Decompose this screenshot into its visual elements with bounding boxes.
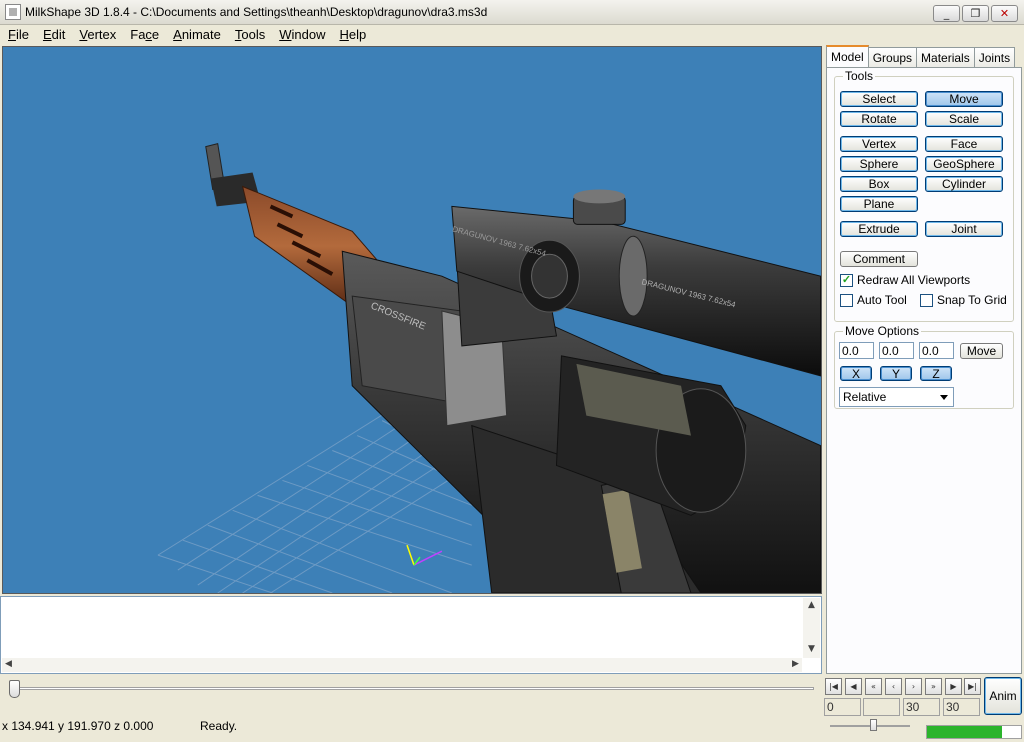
menu-tools[interactable]: Tools bbox=[227, 27, 271, 42]
move-options-group: Move Options 0.0 0.0 0.0 Move X Y Z Rela… bbox=[834, 324, 1014, 409]
menu-animate[interactable]: Animate bbox=[165, 27, 227, 42]
timeline-track bbox=[12, 687, 814, 690]
vertex-button[interactable]: Vertex bbox=[840, 136, 918, 152]
tab-joints[interactable]: Joints bbox=[973, 47, 1016, 67]
box-button[interactable]: Box bbox=[840, 176, 918, 192]
status-message: Ready. bbox=[200, 719, 238, 733]
menu-help[interactable]: Help bbox=[331, 27, 372, 42]
joint-button[interactable]: Joint bbox=[925, 221, 1003, 237]
geosphere-button[interactable]: GeoSphere bbox=[925, 156, 1003, 172]
window-title: MilkShape 3D 1.8.4 - C:\Documents and Se… bbox=[25, 5, 488, 19]
menu-file[interactable]: File bbox=[0, 27, 35, 42]
minimize-icon[interactable]: _ bbox=[933, 5, 960, 22]
app-icon bbox=[5, 4, 21, 20]
step-back-icon[interactable]: ‹ bbox=[885, 678, 902, 695]
menu-face[interactable]: Face bbox=[122, 27, 165, 42]
move-y-field[interactable]: 0.0 bbox=[879, 342, 914, 359]
vertical-scrollbar[interactable]: ▲ ▼ bbox=[803, 598, 820, 658]
timeline-slider-thumb[interactable] bbox=[9, 680, 20, 698]
rewind-icon[interactable]: « bbox=[865, 678, 882, 695]
tab-groups[interactable]: Groups bbox=[867, 47, 918, 67]
extrude-button[interactable]: Extrude bbox=[840, 221, 918, 237]
panel-tabs: Model Groups Materials Joints bbox=[826, 45, 1016, 67]
title-bar: MilkShape 3D 1.8.4 - C:\Documents and Se… bbox=[0, 0, 1024, 25]
fast-forward-icon[interactable]: » bbox=[925, 678, 942, 695]
speed-slider-thumb[interactable] bbox=[870, 719, 877, 731]
checkmark-icon: ✓ bbox=[840, 273, 853, 287]
auto-tool-checkbox[interactable]: Auto Tool bbox=[840, 293, 907, 307]
next-key-icon[interactable]: ▶ bbox=[945, 678, 962, 695]
tools-group: Tools Select Move Rotate Scale Vertex Fa… bbox=[834, 69, 1014, 322]
progress-fill bbox=[927, 726, 1003, 738]
snap-to-grid-checkbox[interactable]: Snap To Grid bbox=[920, 293, 1007, 307]
tools-group-label: Tools bbox=[843, 69, 876, 83]
scroll-down-icon[interactable]: ▼ bbox=[808, 644, 815, 654]
animation-controls: |◀ ◀ « ‹ › » ▶ ▶| 0 30 30 Anim bbox=[822, 677, 1024, 742]
y-axis-toggle[interactable]: Y bbox=[880, 366, 912, 381]
menu-bar: File Edit Vertex Face Animate Tools Wind… bbox=[0, 25, 1024, 44]
select-button[interactable]: Select bbox=[840, 91, 918, 107]
tab-model[interactable]: Model bbox=[826, 45, 869, 67]
first-frame-icon[interactable]: |◀ bbox=[825, 678, 842, 695]
window-controls: _ ❐ ✕ bbox=[933, 5, 1018, 22]
rifle-model-render: CROSSFIRE DRAGUNOV 1963 7.62x54 DRAGUNOV… bbox=[157, 143, 821, 593]
x-axis-toggle[interactable]: X bbox=[840, 366, 872, 381]
scale-button[interactable]: Scale bbox=[925, 111, 1003, 127]
animation-timeline[interactable] bbox=[0, 676, 820, 700]
scroll-right-icon[interactable]: ▶ bbox=[792, 659, 799, 669]
3d-viewport[interactable]: CROSSFIRE DRAGUNOV 1963 7.62x54 DRAGUNOV… bbox=[2, 46, 822, 594]
anim-current-field[interactable] bbox=[863, 698, 900, 716]
last-frame-icon[interactable]: ▶| bbox=[964, 678, 981, 695]
scroll-up-icon[interactable]: ▲ bbox=[808, 600, 815, 610]
anim-total-field[interactable]: 30 bbox=[943, 698, 980, 716]
restore-icon[interactable]: ❐ bbox=[962, 5, 989, 22]
horizontal-scrollbar[interactable]: ◀ ▶ bbox=[2, 658, 802, 672]
rotate-button[interactable]: Rotate bbox=[840, 111, 918, 127]
chevron-down-icon bbox=[940, 395, 948, 400]
anim-start-field[interactable]: 0 bbox=[824, 698, 861, 716]
move-options-label: Move Options bbox=[843, 324, 922, 338]
model-tab-body: Tools Select Move Rotate Scale Vertex Fa… bbox=[826, 67, 1022, 674]
anim-frames-field[interactable]: 30 bbox=[903, 698, 940, 716]
move-mode-select[interactable]: Relative bbox=[839, 387, 954, 407]
menu-window[interactable]: Window bbox=[271, 27, 331, 42]
menu-vertex[interactable]: Vertex bbox=[71, 27, 122, 42]
z-axis-toggle[interactable]: Z bbox=[920, 366, 952, 381]
progress-bar bbox=[926, 725, 1022, 739]
move-button[interactable]: Move bbox=[925, 91, 1003, 107]
close-icon[interactable]: ✕ bbox=[991, 5, 1018, 22]
move-z-field[interactable]: 0.0 bbox=[919, 342, 954, 359]
move-x-field[interactable]: 0.0 bbox=[839, 342, 874, 359]
axis-gizmo bbox=[406, 544, 443, 566]
message-log[interactable]: ▲ ▼ ◀ ▶ bbox=[0, 596, 822, 674]
face-button[interactable]: Face bbox=[925, 136, 1003, 152]
comment-button[interactable]: Comment bbox=[840, 251, 918, 267]
redraw-all-viewports-checkbox[interactable]: ✓ Redraw All Viewports bbox=[840, 273, 970, 287]
step-forward-icon[interactable]: › bbox=[905, 678, 922, 695]
right-panel: Model Groups Materials Joints Tools Sele… bbox=[826, 45, 1022, 674]
scroll-left-icon[interactable]: ◀ bbox=[5, 659, 12, 669]
tab-materials[interactable]: Materials bbox=[916, 47, 975, 67]
menu-edit[interactable]: Edit bbox=[35, 27, 71, 42]
cursor-coordinates: x 134.941 y 191.970 z 0.000 bbox=[2, 719, 154, 733]
status-bar: x 134.941 y 191.970 z 0.000 Ready. bbox=[0, 716, 822, 736]
prev-key-icon[interactable]: ◀ bbox=[845, 678, 862, 695]
sphere-button[interactable]: Sphere bbox=[840, 156, 918, 172]
move-apply-button[interactable]: Move bbox=[960, 343, 1003, 359]
cylinder-button[interactable]: Cylinder bbox=[925, 176, 1003, 192]
plane-button[interactable]: Plane bbox=[840, 196, 918, 212]
anim-button[interactable]: Anim bbox=[984, 677, 1022, 715]
